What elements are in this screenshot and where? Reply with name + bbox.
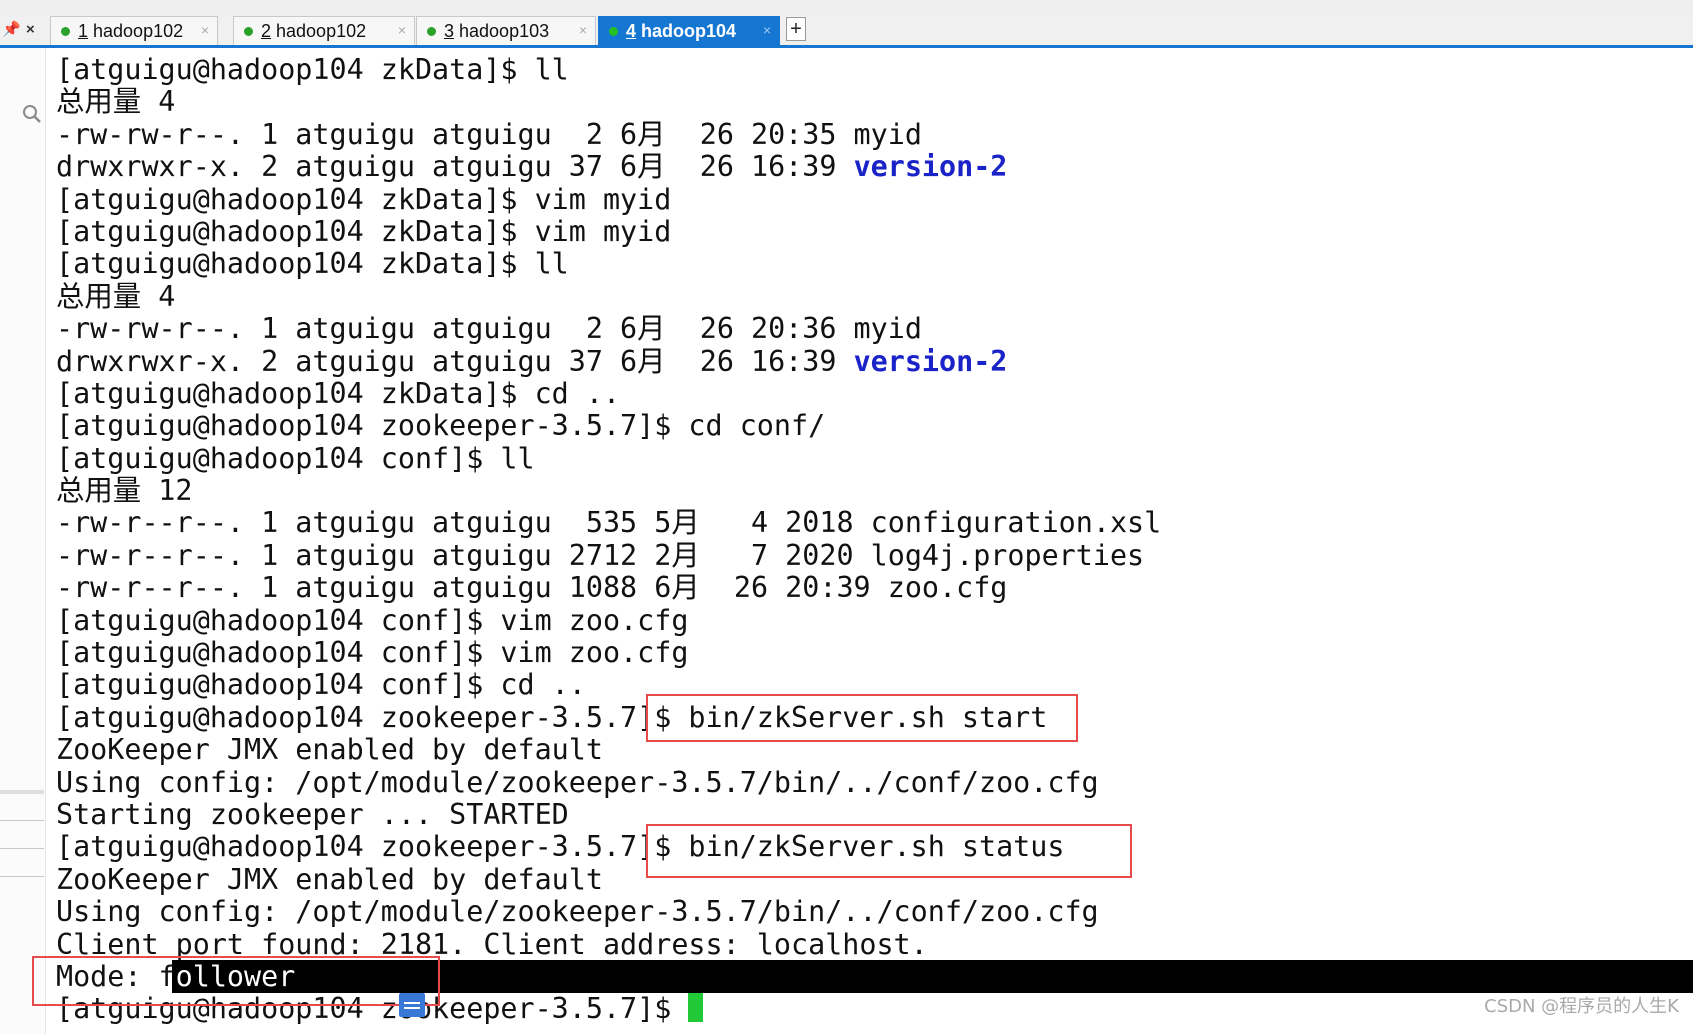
tab-close-icon[interactable]: × [763,22,771,38]
connected-status-icon [427,26,436,36]
highlight-box-mode-follower [32,956,440,1006]
tab-close-icon[interactable]: × [579,22,587,38]
terminal-line: -rw-r--r--. 1 atguigu atguigu 535 5月 4 2… [56,507,1686,539]
connected-status-icon [61,26,70,36]
terminal-line-text: [atguigu@hadoop104 conf]$ ll [56,441,535,475]
terminal-line-text: [atguigu@hadoop104 zkData]$ ll [56,247,569,281]
terminal-line: 总用量 4 [56,279,1686,313]
new-tab-button[interactable]: + [786,17,806,41]
tab-hadoop104[interactable]: 4 hadoop104 × [598,16,780,45]
terminal-line: [atguigu@hadoop104 conf]$ vim zoo.cfg [56,603,1686,637]
terminal-line-text: [atguigu@hadoop104 zookeeper-3.5.7]$ cd … [56,409,826,443]
terminal-line-text: Using config: /opt/module/zookeeper-3.5.… [56,895,1099,929]
terminal-line: Using config: /opt/module/zookeeper-3.5.… [56,765,1686,799]
terminal-line: -rw-rw-r--. 1 atguigu atguigu 2 6月 26 20… [56,312,1686,346]
terminal-line-text: [atguigu@hadoop104 conf]$ vim zoo.cfg [56,603,689,637]
terminal-line-text: 总用量 4 [56,85,176,119]
terminal-line: -rw-r--r--. 1 atguigu atguigu 1088 6月 26… [56,572,1686,604]
terminal-line: [atguigu@hadoop104 zkData]$ ll [56,248,1686,280]
tab-number: 4 [626,20,637,41]
tab-close-icon[interactable]: × [201,22,209,38]
tab-number: 2 [261,20,272,41]
terminal-line-text: Using config: /opt/module/zookeeper-3.5.… [56,765,1099,799]
terminal-line: [atguigu@hadoop104 zookeeper-3.5.7]$ cd … [56,410,1686,442]
connected-status-icon [244,26,253,36]
side-divider [0,790,44,794]
close-panel-icon[interactable]: × [26,22,35,38]
terminal-line: [atguigu@hadoop104 conf]$ vim zoo.cfg [56,636,1686,670]
terminal-line-text: [atguigu@hadoop104 zkData]$ cd .. [56,376,621,410]
terminal-line: [atguigu@hadoop104 conf]$ ll [56,441,1686,475]
side-divider [0,876,44,877]
terminal-line: 总用量 12 [56,474,1686,508]
terminal-line-text: ZooKeeper JMX enabled by default [56,862,603,896]
terminal-line: -rw-r--r--. 1 atguigu atguigu 2712 2月 7 … [56,538,1686,572]
tab-bar: 📌 × 1 hadoop102 × 2 hadoop102 × 3 hadoop… [0,14,1693,48]
tab-label: hadoop104 [641,20,737,41]
terminal-line-text: -rw-rw-r--. 1 atguigu atguigu 2 6月 26 20… [56,117,922,151]
terminal-line: drwxrwxr-x. 2 atguigu atguigu 37 6月 26 1… [56,344,1686,378]
side-divider [0,820,44,821]
terminal-line: -rw-rw-r--. 1 atguigu atguigu 2 6月 26 20… [56,117,1686,151]
session-side-panel [0,48,46,1034]
terminal-line: [atguigu@hadoop104 zkData]$ cd .. [56,376,1686,410]
highlight-box-start-command [646,694,1078,742]
search-icon[interactable] [22,104,42,124]
window-top-strip [0,0,1693,14]
watermark: CSDN @程序员的人生K [1484,996,1679,1017]
side-divider [0,848,44,849]
pin-icon[interactable]: 📌 [2,22,21,38]
highlight-box-status-command [646,824,1132,878]
terminal-line-text: [atguigu@hadoop104 conf]$ cd .. [56,668,586,702]
tab-number: 3 [444,20,455,41]
terminal-line-text: [atguigu@hadoop104 zkData]$ vim myid [56,214,672,248]
tab-close-icon[interactable]: × [398,22,406,38]
terminal-line-text: [atguigu@hadoop104 zkData]$ vim myid [56,182,672,216]
connected-status-icon [609,26,618,36]
terminal-line-text: [atguigu@hadoop104 conf]$ vim zoo.cfg [56,636,689,670]
terminal-line-text: 总用量 4 [56,279,176,313]
terminal-line-text: Starting zookeeper ... STARTED [56,797,569,831]
tab-hadoop103[interactable]: 3 hadoop103 × [416,16,596,45]
terminal-line-text: [atguigu@hadoop104 zkData]$ ll [56,53,569,86]
tab-label: hadoop102 [276,20,367,41]
input-method-icon [399,993,425,1017]
tab-label: hadoop102 [93,20,184,41]
directory-name: version-2 [853,150,1008,184]
terminal-line: [atguigu@hadoop104 zkData]$ ll [56,53,1686,86]
directory-name: version-2 [853,344,1008,378]
terminal-line-text: -rw-rw-r--. 1 atguigu atguigu 2 6月 26 20… [56,312,922,346]
tab-hadoop102-1[interactable]: 1 hadoop102 × [50,16,218,45]
terminal-output[interactable]: [atguigu@hadoop104 zkData]$ ll 总用量 4 -rw-r… [56,53,1686,1034]
terminal-line-text: drwxrwxr-x. 2 atguigu atguigu 37 6月 26 1… [56,150,854,184]
terminal-line-text: 总用量 12 [56,474,193,508]
terminal-line-text: -rw-r--r--. 1 atguigu atguigu 1088 6月 26… [56,571,1008,605]
terminal-cursor [688,993,704,1023]
terminal-line-text: -rw-r--r--. 1 atguigu atguigu 535 5月 4 2… [56,506,1162,540]
tab-number: 1 [78,20,89,41]
terminal-line: Using config: /opt/module/zookeeper-3.5.… [56,895,1686,929]
tab-hadoop102-2[interactable]: 2 hadoop102 × [233,16,415,45]
terminal-line-text: drwxrwxr-x. 2 atguigu atguigu 37 6月 26 1… [56,344,854,378]
terminal-line: [atguigu@hadoop104 zkData]$ vim myid [56,214,1686,248]
terminal-line-text: -rw-r--r--. 1 atguigu atguigu 2712 2月 7 … [56,538,1145,572]
terminal-line-text: ZooKeeper JMX enabled by default [56,733,603,767]
terminal-line: [atguigu@hadoop104 zkData]$ vim myid [56,182,1686,216]
tab-label: hadoop103 [459,20,550,41]
terminal-line: 总用量 4 [56,86,1686,118]
terminal-line: drwxrwxr-x. 2 atguigu atguigu 37 6月 26 1… [56,150,1686,184]
